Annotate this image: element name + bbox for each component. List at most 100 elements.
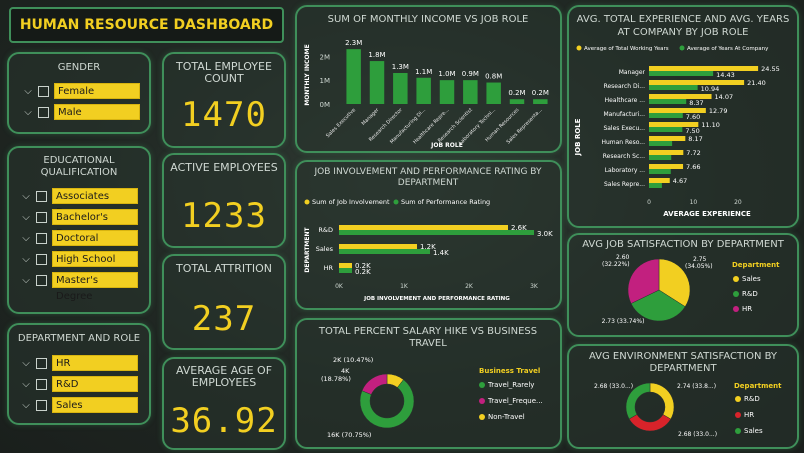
legend-marker	[479, 382, 485, 388]
chart-title: AVG ENVIRONMENT SATISFACTION BY	[589, 351, 778, 362]
chevron-down-icon[interactable]: ⌵	[19, 254, 33, 265]
slicer-item[interactable]: ⌵ Bachelor's Degree	[19, 208, 149, 239]
data-label: 0.2M	[508, 89, 525, 97]
checkbox[interactable]	[36, 190, 47, 202]
bar	[649, 71, 714, 76]
y-tick-label: Laboratory ...	[605, 167, 645, 174]
legend-marker	[576, 45, 582, 51]
bar	[339, 230, 534, 235]
data-label: 12.79	[709, 107, 728, 115]
legend-label: HR	[742, 305, 752, 313]
bar	[339, 244, 417, 249]
kpi-title: AVERAGE AGE OF EMPLOYEES	[175, 364, 273, 389]
involvement-chart-panel: JOB INVOLVEMENT AND PERFORMANCE RATING B…	[295, 160, 562, 310]
data-label: 7.60	[686, 113, 700, 121]
checkbox[interactable]	[38, 106, 49, 118]
checkbox[interactable]	[36, 253, 47, 265]
legend-marker	[733, 291, 739, 297]
satisfaction-chart-panel: AVG JOB SATISFACTION BY DEPARTMENT 2.75 (3…	[567, 233, 799, 337]
legend-marker	[679, 45, 685, 51]
salary-donut-chart: TOTAL PERCENT SALARY HIKE VS BUSINESSTRA…	[318, 326, 543, 439]
slicer-item[interactable]: ⌵ Sales	[19, 396, 149, 414]
data-label: (34.05%)	[685, 263, 713, 270]
kpi-value: 237	[191, 299, 257, 339]
bar	[463, 80, 478, 104]
slicer-item-female[interactable]: ⌵ Female	[21, 82, 149, 100]
kpi-title: TOTAL EMPLOYEE COUNT	[176, 60, 272, 85]
bar	[649, 141, 673, 146]
slicer-item-label: High School	[52, 251, 138, 267]
bar	[393, 73, 408, 104]
slicer-item[interactable]: ⌵ Doctoral Degree	[19, 229, 149, 260]
bar	[439, 80, 455, 104]
income-bar-chart: SUM OF MONTHLY INCOME VS JOB ROLE MONTHLY…	[304, 14, 549, 149]
chevron-down-icon[interactable]: ⌵	[19, 400, 33, 411]
y-tick-label: 2M	[320, 53, 331, 61]
data-label: 1.3M	[392, 63, 409, 71]
legend-marker	[733, 276, 739, 282]
chevron-down-icon[interactable]: ⌵	[19, 379, 33, 390]
chart-title: AVG JOB SATISFACTION BY DEPARTMENT	[582, 239, 785, 250]
slicer-item[interactable]: ⌵ Master's Degree	[19, 271, 149, 302]
data-label: 7.50	[685, 127, 699, 135]
checkbox[interactable]	[36, 211, 47, 223]
y-axis-label: DEPARTMENT	[304, 226, 311, 272]
checkbox[interactable]	[36, 399, 47, 411]
bar	[649, 164, 684, 169]
kpi-title: TOTAL ATTRITION	[175, 262, 273, 275]
experience-bar-chart: AVG. TOTAL EXPERIENCE AND AVG. YEARS AT C…	[574, 14, 789, 218]
chart-title: SUM OF MONTHLY INCOME VS JOB ROLE	[328, 14, 529, 25]
bar	[649, 136, 686, 141]
experience-chart-panel: AVG. TOTAL EXPERIENCE AND AVG. YEARS AT C…	[567, 5, 799, 228]
education-slicer-title: EDUCATIONAL QUALIFICATION	[40, 155, 118, 178]
slicer-item[interactable]: ⌵ High School	[19, 250, 149, 268]
chevron-down-icon[interactable]: ⌵	[21, 107, 35, 118]
y-tick-label: Sales Repre...	[604, 181, 645, 188]
slicer-item-label: Male	[54, 104, 140, 120]
chart-title: DEPARTMENT	[649, 363, 717, 374]
checkbox[interactable]	[36, 274, 47, 286]
slicer-item-label: Sales	[52, 397, 138, 413]
data-label: 0.2K	[355, 268, 371, 276]
chevron-down-icon[interactable]: ⌵	[19, 233, 33, 244]
chevron-down-icon[interactable]: ⌵	[19, 191, 33, 202]
salary-chart-panel: TOTAL PERCENT SALARY HIKE VS BUSINESS TRA…	[295, 318, 562, 449]
data-label: 10.94	[701, 85, 720, 93]
gender-slicer-title: GENDER	[57, 62, 101, 73]
chevron-down-icon[interactable]: ⌵	[19, 275, 33, 286]
slicer-item[interactable]: ⌵ Associates Degree	[19, 187, 149, 218]
chevron-down-icon[interactable]: ⌵	[19, 358, 33, 369]
chart-title: JOB INVOLVEMENT AND PERFORMANCE RATING B…	[314, 167, 542, 177]
kpi-active-card: ACTIVE EMPLOYEES 1233	[162, 153, 286, 248]
bar	[346, 49, 361, 104]
chevron-down-icon[interactable]: ⌵	[21, 86, 35, 97]
checkbox[interactable]	[36, 357, 47, 369]
environment-chart-panel: AVG ENVIRONMENT SATISFACTION BY DEPARTMEN…	[567, 344, 799, 449]
y-axis-label: MONTHLY INCOME	[304, 44, 311, 105]
checkbox[interactable]	[36, 378, 47, 390]
data-label: 7.72	[686, 149, 700, 157]
legend-label: HR	[744, 411, 754, 419]
x-tick-label: 3K	[530, 283, 539, 290]
slicer-item[interactable]: ⌵ HR	[19, 354, 149, 372]
x-tick-label: 0K	[335, 283, 344, 290]
kpi-avg-age-card: AVERAGE AGE OF EMPLOYEES 36.92	[162, 357, 286, 450]
x-tick-label: Manager	[361, 107, 381, 127]
data-label: 4.67	[673, 177, 687, 185]
slicer-item-male[interactable]: ⌵ Male	[21, 103, 149, 121]
data-label: (18.78%)	[321, 375, 351, 383]
slice	[628, 414, 672, 432]
chart-title: DEPARTMENT	[398, 178, 459, 188]
checkbox[interactable]	[38, 85, 49, 97]
data-label: 0.8M	[485, 73, 502, 81]
data-label: 3.0K	[537, 230, 553, 238]
legend-marker	[735, 428, 741, 434]
legend-label: Travel_Rarely	[487, 381, 534, 389]
checkbox[interactable]	[36, 232, 47, 244]
slicer-item[interactable]: ⌵ R&D	[19, 375, 149, 393]
kpi-value: 36.92	[170, 401, 278, 441]
bar	[649, 183, 662, 188]
chevron-down-icon[interactable]: ⌵	[19, 212, 33, 223]
legend-marker	[393, 199, 399, 205]
y-tick-label: R&D	[318, 226, 333, 234]
